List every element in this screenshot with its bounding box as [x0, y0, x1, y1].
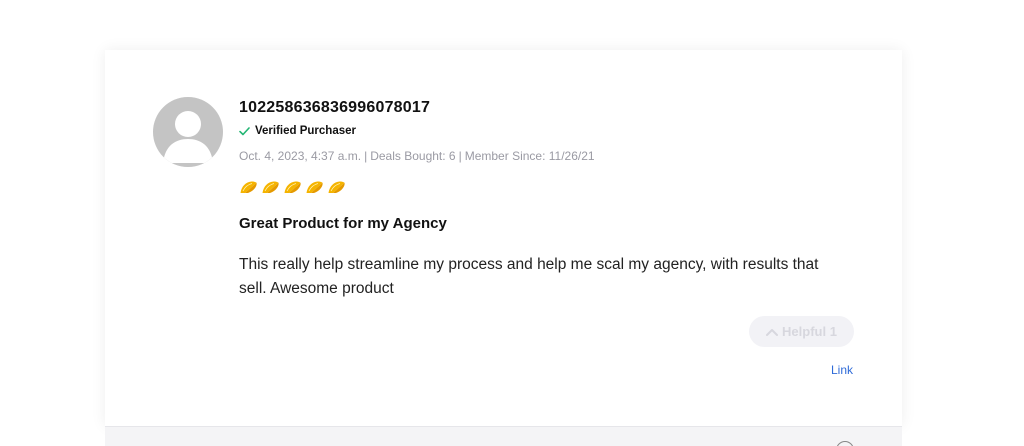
review-meta: Oct. 4, 2023, 4:37 a.m. | Deals Bought: 6 |… — [239, 149, 595, 163]
review-title: Great Product for my Agency — [239, 215, 447, 232]
helpful-button[interactable]: Helpful 1 — [749, 316, 854, 347]
taco-icon — [328, 181, 345, 193]
deals-bought: Deals Bought: 6 — [370, 149, 456, 163]
review-card — [105, 50, 902, 426]
next-review-strip — [105, 426, 902, 446]
reviewer-name: 102258636836996078017 — [239, 99, 431, 116]
taco-icon — [306, 181, 323, 193]
circle-icon — [836, 441, 854, 446]
member-since: Member Since: 11/26/21 — [464, 149, 595, 163]
taco-icon — [240, 181, 257, 193]
review-body: This really help streamline my process a… — [239, 256, 819, 297]
verified-label: Verified Purchaser — [255, 125, 356, 137]
taco-icon — [262, 181, 279, 193]
chevron-up-icon — [766, 328, 779, 336]
taco-icon — [284, 181, 301, 193]
checkmark-icon — [239, 126, 250, 135]
review-permalink[interactable]: Link — [831, 363, 853, 377]
review-date: Oct. 4, 2023, 4:37 a.m. — [239, 149, 362, 163]
avatar — [153, 97, 223, 167]
verified-badge: Verified Purchaser — [239, 125, 356, 137]
user-silhouette-icon — [163, 111, 213, 163]
rating-tacos — [239, 180, 346, 194]
helpful-label: Helpful 1 — [782, 324, 837, 339]
